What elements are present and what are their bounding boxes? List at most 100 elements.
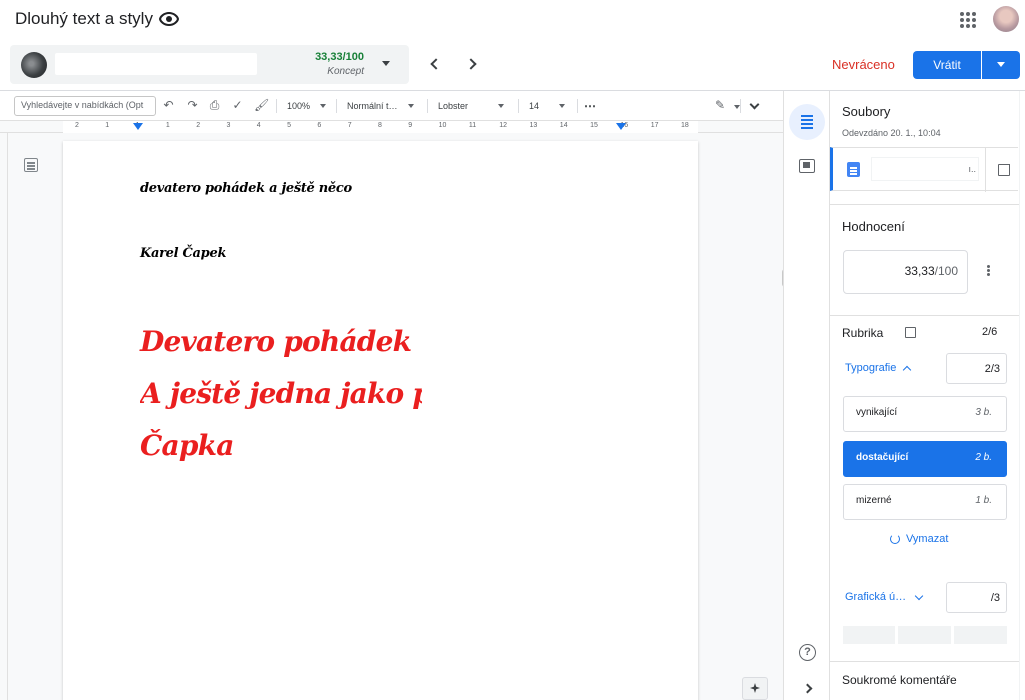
- ruler-mark: 10: [438, 122, 447, 129]
- chevron-right-icon[interactable]: [802, 683, 813, 694]
- toolbar-divider: [336, 99, 337, 113]
- ruler-mark: 14: [559, 122, 568, 129]
- divider: [830, 315, 1025, 316]
- clear-label: Vymazat: [906, 533, 949, 545]
- redo-icon[interactable]: ↷: [186, 99, 199, 112]
- horizontal-ruler: 211123456789101112131415161718: [0, 121, 783, 133]
- paint-format-icon[interactable]: 🖌: [254, 99, 269, 112]
- ruler-mark: 1: [105, 122, 110, 129]
- criterion-score-input[interactable]: /3: [946, 582, 1007, 613]
- doc-heading: Čapka: [140, 429, 234, 462]
- print-icon[interactable]: ⎙: [208, 99, 221, 112]
- docs-toolbar: Vyhledávejte v nabídkách (Opt ↶ ↷ ⎙ ✓ 🖌 …: [0, 91, 783, 121]
- assignment-title: Dlouhý text a styly: [15, 9, 179, 29]
- document-page[interactable]: devatero pohádek a ještě něco Karel Čape…: [63, 141, 698, 700]
- criterion-score-input[interactable]: 2/3: [946, 353, 1007, 384]
- font-select[interactable]: Lobster: [438, 96, 505, 116]
- student-score: 33,33/100: [315, 51, 364, 63]
- vertical-ruler: [0, 133, 8, 700]
- criterion-toggle-graficka[interactable]: Grafická ú…: [845, 591, 924, 603]
- divider: [830, 204, 1025, 205]
- toolbar-divider: [740, 99, 741, 113]
- zoom-select[interactable]: 100%: [287, 96, 327, 116]
- assignment-title-text: Dlouhý text a styly: [15, 9, 153, 28]
- ruler-mark: 6: [317, 122, 322, 129]
- style-select[interactable]: Normální t…: [347, 96, 414, 116]
- rubric-level[interactable]: mizerné 1 b.: [843, 484, 1007, 520]
- chevron-up-icon: [903, 365, 912, 375]
- ruler-mark: 13: [529, 122, 538, 129]
- student-selector[interactable]: 33,33/100 Koncept: [10, 45, 409, 84]
- editing-mode-icon[interactable]: ✎: [710, 99, 730, 112]
- collapse-toolbar-icon[interactable]: [749, 99, 760, 110]
- font-size-select[interactable]: 14: [529, 96, 566, 116]
- font-value: Lobster: [438, 101, 469, 111]
- return-button[interactable]: Vrátit: [913, 51, 981, 79]
- rubric-level-placeholder: [843, 626, 895, 644]
- ruler-mark: 11: [468, 122, 477, 129]
- criterion-name: Grafická ú…: [845, 591, 907, 603]
- toolbar-divider: [518, 99, 519, 113]
- more-vert-icon[interactable]: [987, 265, 990, 268]
- apps-grid-icon[interactable]: [960, 12, 976, 28]
- menu-search-input[interactable]: Vyhledávejte v nabídkách (Opt: [14, 96, 156, 116]
- criterion-name: Typografie: [845, 362, 897, 374]
- scrollbar[interactable]: [1019, 91, 1025, 700]
- rubric-title: Rubrika: [842, 326, 884, 340]
- ruler-mark: 3: [226, 122, 231, 129]
- open-in-new-icon[interactable]: [985, 148, 1021, 192]
- return-options-button[interactable]: [982, 51, 1020, 79]
- ruler-mark: 9: [408, 122, 413, 129]
- next-student-icon[interactable]: [465, 58, 477, 70]
- toolbar-divider: [427, 99, 428, 113]
- ruler-mark: 7: [347, 122, 352, 129]
- open-in-new-icon[interactable]: [905, 327, 916, 338]
- account-avatar[interactable]: [993, 6, 1019, 32]
- attached-file[interactable]: ı..: [830, 147, 1021, 192]
- rubric-level-selected[interactable]: dostačující 2 b.: [843, 441, 1007, 477]
- right-indent-marker[interactable]: [616, 123, 626, 131]
- grade-denominator: /100: [934, 264, 958, 278]
- submission-timestamp: Odevzdáno 20. 1., 10:04: [842, 128, 941, 138]
- ruler-mark: 4: [256, 122, 261, 129]
- rubric-level-placeholder: [898, 626, 951, 644]
- rubric-level-name: mizerné: [856, 495, 892, 506]
- explore-icon[interactable]: [742, 677, 768, 700]
- rubric-level-name: dostačující: [856, 452, 909, 463]
- rubric-level-points: 2 b.: [975, 452, 992, 463]
- return-status: Nevráceno: [832, 57, 895, 72]
- ruler-mark: 1: [165, 122, 170, 129]
- ruler-marks: 211123456789101112131415161718: [63, 121, 698, 133]
- google-doc-icon: [847, 162, 860, 177]
- side-rail: ?: [783, 91, 829, 700]
- more-options-button[interactable]: ⋯: [584, 96, 596, 116]
- undo-icon[interactable]: ↶: [162, 99, 175, 112]
- student-avatar: [21, 52, 47, 78]
- rubric-level-points: 1 b.: [975, 495, 992, 506]
- font-size-value: 14: [529, 101, 540, 111]
- left-indent-marker[interactable]: [133, 123, 143, 131]
- files-panel-icon[interactable]: [789, 104, 825, 140]
- ruler-mark: 2: [196, 122, 201, 129]
- help-icon[interactable]: ?: [799, 644, 816, 661]
- clear-button[interactable]: Vymazat: [890, 533, 948, 545]
- grade-input[interactable]: 33,33/100: [843, 250, 968, 294]
- student-name-field: [55, 53, 257, 75]
- doc-line: devatero pohádek a ještě něco: [140, 181, 352, 196]
- eye-icon[interactable]: [158, 12, 179, 26]
- spellcheck-icon[interactable]: ✓: [231, 99, 244, 112]
- ruler-mark: 5: [287, 122, 291, 129]
- rubric-level-placeholder: [954, 626, 1007, 644]
- document-outline-icon[interactable]: [24, 158, 38, 172]
- chevron-down-icon[interactable]: [382, 61, 390, 66]
- style-value: Normální t…: [347, 101, 398, 111]
- ruler-mark: 17: [650, 122, 659, 129]
- criterion-toggle-typografie[interactable]: Typografie: [845, 362, 912, 375]
- toolbar-divider: [577, 99, 578, 113]
- grade-value: 33,33: [904, 264, 935, 278]
- previous-student-icon[interactable]: [430, 58, 442, 70]
- grade-section-title: Hodnocení: [842, 219, 905, 234]
- top-bar: Dlouhý text a styly: [0, 0, 1025, 40]
- rubric-level[interactable]: vynikající 3 b.: [843, 396, 1007, 432]
- comments-icon[interactable]: [799, 159, 815, 173]
